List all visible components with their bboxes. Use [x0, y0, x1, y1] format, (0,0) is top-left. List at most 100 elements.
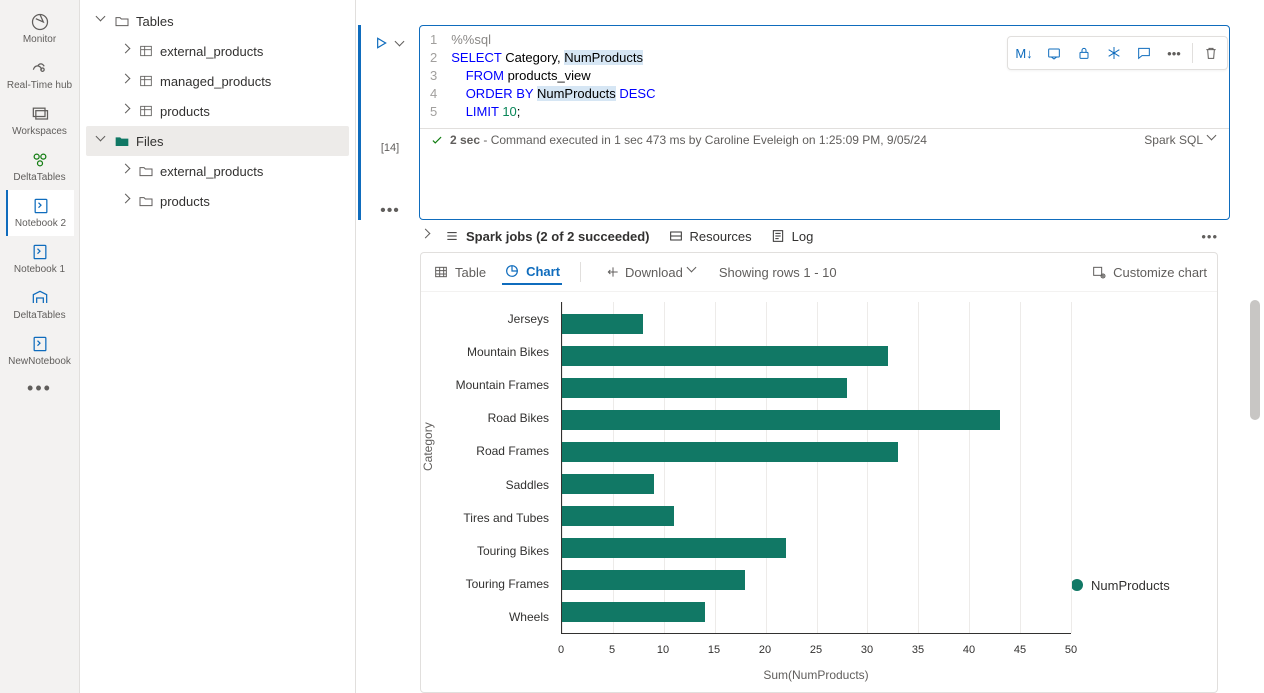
bar[interactable]: [562, 506, 674, 526]
cell-language-picker[interactable]: Spark SQL: [1144, 133, 1219, 147]
rail-label: Real-Time hub: [7, 80, 72, 92]
x-tick-label: 25: [810, 644, 822, 656]
table-icon: [138, 103, 154, 119]
delete-cell-button[interactable]: [1197, 39, 1225, 67]
x-tick-label: 10: [657, 644, 669, 656]
comment-cell-button[interactable]: [1130, 39, 1158, 67]
y-tick-label: Jerseys: [437, 303, 557, 335]
bar[interactable]: [562, 346, 888, 366]
status-duration: 2 sec: [450, 133, 480, 147]
folder-icon: [138, 163, 154, 179]
results-tab-table[interactable]: Table: [431, 260, 488, 284]
tree-files-folder[interactable]: Files: [86, 126, 349, 156]
toggle-input-button[interactable]: [1040, 39, 1068, 67]
code-content: %%sql SELECT Category, NumProducts FROM …: [451, 32, 655, 122]
chevron-down-icon: [687, 266, 699, 278]
tree-tables-folder[interactable]: Tables: [86, 6, 349, 36]
y-tick-label: Touring Bikes: [437, 535, 557, 567]
download-button[interactable]: Download: [605, 264, 699, 280]
chevron-right-icon: [120, 165, 132, 177]
log-icon: [770, 228, 786, 244]
y-axis: JerseysMountain BikesMountain FramesRoad…: [437, 302, 557, 634]
x-tick-label: 40: [963, 644, 975, 656]
folder-open-icon: [114, 133, 130, 149]
x-tick-label: 5: [609, 644, 615, 656]
download-label: Download: [625, 265, 683, 280]
rail-realtime-hub[interactable]: Real-Time hub: [6, 52, 74, 98]
rail-workspaces[interactable]: Workspaces: [6, 98, 74, 144]
cell-status-bar: 2 sec - Command executed in 1 sec 473 ms…: [420, 128, 1229, 151]
chart-icon: [504, 263, 520, 279]
chevron-right-icon: [120, 45, 132, 57]
rail-label: Workspaces: [12, 126, 67, 138]
explorer-panel: Tables external_products managed_product…: [80, 0, 356, 693]
rail-label: Monitor: [23, 34, 56, 46]
rail-notebook-1[interactable]: Notebook 1: [6, 236, 74, 282]
table-icon: [138, 73, 154, 89]
resources-label: Resources: [690, 229, 752, 244]
bar[interactable]: [562, 378, 847, 398]
resources-toggle[interactable]: Resources: [668, 228, 752, 244]
line-numbers: 12345: [420, 32, 451, 122]
scrollbar-thumb[interactable]: [1250, 300, 1260, 420]
bar[interactable]: [562, 538, 786, 558]
tree-file-item[interactable]: external_products: [86, 156, 349, 186]
customize-chart-button[interactable]: Customize chart: [1091, 264, 1207, 280]
y-axis-title: Category: [421, 422, 435, 471]
snowflake-icon: [1106, 45, 1122, 61]
play-icon: [373, 35, 389, 51]
bar[interactable]: [562, 570, 745, 590]
lock-cell-button[interactable]: [1070, 39, 1098, 67]
rail-more[interactable]: •••: [27, 378, 52, 399]
run-cell-button[interactable]: [373, 35, 389, 56]
cell-more-button[interactable]: •••: [1160, 39, 1188, 67]
folder-icon: [138, 193, 154, 209]
execution-count: [14]: [381, 142, 399, 154]
x-tick-label: 15: [708, 644, 720, 656]
run-menu-chevron-icon[interactable]: [395, 40, 407, 52]
bar[interactable]: [562, 442, 898, 462]
output-more[interactable]: •••: [1201, 229, 1218, 244]
bar[interactable]: [562, 602, 705, 622]
tree-table-item[interactable]: external_products: [86, 36, 349, 66]
results-tab-chart[interactable]: Chart: [502, 259, 562, 285]
status-text: - Command executed in 1 sec 473 ms by Ca…: [480, 133, 927, 147]
realtime-icon: [30, 58, 50, 78]
log-label: Log: [792, 229, 814, 244]
tree-table-item[interactable]: managed_products: [86, 66, 349, 96]
spark-jobs-toggle[interactable]: Spark jobs (2 of 2 succeeded): [444, 228, 650, 244]
convert-to-markdown-button[interactable]: M↓: [1010, 39, 1038, 67]
freeze-cell-button[interactable]: [1100, 39, 1128, 67]
tree-file-item[interactable]: products: [86, 186, 349, 216]
output-header: Spark jobs (2 of 2 succeeded) Resources …: [356, 220, 1264, 252]
success-check-icon: [430, 133, 444, 147]
rail-deltatables-2[interactable]: DeltaTables: [6, 282, 74, 328]
expand-output-chevron-icon[interactable]: [420, 230, 432, 242]
tree-label: managed_products: [160, 74, 271, 89]
bar[interactable]: [562, 314, 643, 334]
workspaces-icon: [30, 104, 50, 124]
log-toggle[interactable]: Log: [770, 228, 814, 244]
rail-monitor[interactable]: Monitor: [6, 6, 74, 52]
tree-table-item[interactable]: products: [86, 96, 349, 126]
rail-deltatables-1[interactable]: DeltaTables: [6, 144, 74, 190]
md-label: M↓: [1015, 46, 1032, 61]
tree-label: products: [160, 194, 210, 209]
tab-label: Chart: [526, 264, 560, 279]
chevron-down-icon: [96, 135, 108, 147]
bar[interactable]: [562, 474, 654, 494]
x-tick-label: 20: [759, 644, 771, 656]
y-tick-label: Touring Frames: [437, 568, 557, 600]
rail-notebook-2[interactable]: Notebook 2: [6, 190, 74, 236]
lock-icon: [1076, 45, 1092, 61]
y-tick-label: Wheels: [437, 601, 557, 633]
rail-new-notebook[interactable]: NewNotebook: [6, 328, 74, 374]
x-axis-ticks: 05101520253035404550: [561, 644, 1071, 662]
cell-toolbar: M↓ •••: [1007, 36, 1228, 70]
x-tick-label: 50: [1065, 644, 1077, 656]
bar[interactable]: [562, 410, 1000, 430]
chevron-right-icon: [120, 75, 132, 87]
folder-icon: [114, 13, 130, 29]
cell-gutter-more[interactable]: •••: [380, 202, 400, 220]
rail-label: Notebook 1: [14, 264, 65, 276]
